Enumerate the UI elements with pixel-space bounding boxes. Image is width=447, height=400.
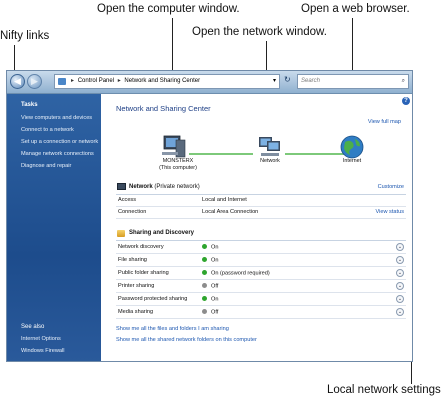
sharing-icon <box>117 230 125 237</box>
search-icon[interactable]: ⌕ <box>402 75 405 88</box>
back-button[interactable]: ◀ <box>10 74 25 89</box>
status-dot <box>202 296 207 301</box>
callout-computer-window: Open the computer window. <box>97 3 240 15</box>
status-dot <box>202 283 207 288</box>
expand-chevron-icon[interactable]: ⌄ <box>396 282 404 290</box>
network-row-connection: Connection Local Area Connection View st… <box>116 206 406 219</box>
toolbar: ◀ ▶ ▸ Control Panel ▸ Network and Sharin… <box>7 71 412 94</box>
see-also-header: See also <box>21 324 45 330</box>
network-name: Network <box>129 184 153 190</box>
link-manage-connections[interactable]: Manage network connections <box>21 151 94 157</box>
globe-icon <box>340 135 364 159</box>
sharing-row-printer: Printer sharing Off ⌄ <box>116 280 406 293</box>
forward-button[interactable]: ▶ <box>27 74 42 89</box>
link-diagnose-repair[interactable]: Diagnose and repair <box>21 163 71 169</box>
sharing-section-header: Sharing and Discovery <box>116 228 406 241</box>
callout-web-browser: Open a web browser. <box>301 3 410 15</box>
status-dot <box>202 244 207 249</box>
folder-icon <box>58 78 66 85</box>
expand-chevron-icon[interactable]: ⌄ <box>396 269 404 277</box>
link-internet-options[interactable]: Internet Options <box>21 336 61 342</box>
breadcrumb-network-center[interactable]: Network and Sharing Center <box>124 78 200 84</box>
sharing-row-password-protected: Password protected sharing On ⌄ <box>116 293 406 306</box>
computer-icon <box>162 135 186 158</box>
refresh-icon[interactable]: ↻ <box>284 75 291 84</box>
breadcrumb-control-panel[interactable]: Control Panel <box>78 78 114 84</box>
callout-local-network-settings: Local network settings <box>327 384 441 396</box>
link-windows-firewall[interactable]: Windows Firewall <box>21 348 65 354</box>
sharing-row-media: Media sharing Off ⌄ <box>116 306 406 319</box>
status-dot <box>202 257 207 262</box>
link-setup-connection[interactable]: Set up a connection or network <box>21 139 98 145</box>
dropdown-icon[interactable]: ▾ <box>273 75 276 88</box>
view-full-map-link[interactable]: View full map <box>368 119 401 125</box>
status-dot <box>202 309 207 314</box>
link-connect-network[interactable]: Connect to a network <box>21 127 74 133</box>
sharing-row-network-discovery: Network discovery On ⌄ <box>116 241 406 254</box>
status-dot <box>202 270 207 275</box>
view-status-link[interactable]: View status <box>375 209 404 215</box>
sharing-row-public-folder: Public folder sharing On (password requi… <box>116 267 406 280</box>
expand-chevron-icon[interactable]: ⌄ <box>396 256 404 264</box>
link-view-computers[interactable]: View computers and devices <box>21 115 92 121</box>
main-panel: ? Network and Sharing Center View full m… <box>101 94 412 361</box>
callout-network-window: Open the network window. <box>192 26 327 38</box>
address-bar[interactable]: ▸ Control Panel ▸ Network and Sharing Ce… <box>54 74 280 89</box>
map-computer-name[interactable]: MONSTERX <box>155 158 201 164</box>
help-icon[interactable]: ? <box>402 97 410 105</box>
map-computer-sub: (This computer) <box>159 165 197 171</box>
map-network-label[interactable]: Network <box>251 158 289 164</box>
expand-chevron-icon[interactable]: ⌄ <box>396 295 404 303</box>
sharing-row-file-sharing: File sharing On ⌄ <box>116 254 406 267</box>
map-internet-label[interactable]: Internet <box>337 158 367 164</box>
customize-link[interactable]: Customize <box>378 184 404 190</box>
network-type: (Private network) <box>154 184 200 190</box>
link-show-shared-files[interactable]: Show me all the files and folders I am s… <box>116 326 229 332</box>
expand-chevron-icon[interactable]: ⌄ <box>396 308 404 316</box>
search-input[interactable]: Search ⌕ <box>297 74 409 89</box>
expand-chevron-icon[interactable]: ⌄ <box>396 243 404 251</box>
sidebar: Tasks View computers and devices Connect… <box>7 94 101 361</box>
callout-nifty-links: Nifty links <box>0 30 50 42</box>
network-map <box>162 135 364 159</box>
network-icon-small <box>117 183 126 190</box>
network-icon <box>259 137 280 156</box>
tasks-header: Tasks <box>21 102 38 108</box>
network-sharing-window: ◀ ▶ ▸ Control Panel ▸ Network and Sharin… <box>6 70 413 362</box>
page-title: Network and Sharing Center <box>116 104 211 113</box>
link-show-shared-folders[interactable]: Show me all the shared network folders o… <box>116 337 257 343</box>
